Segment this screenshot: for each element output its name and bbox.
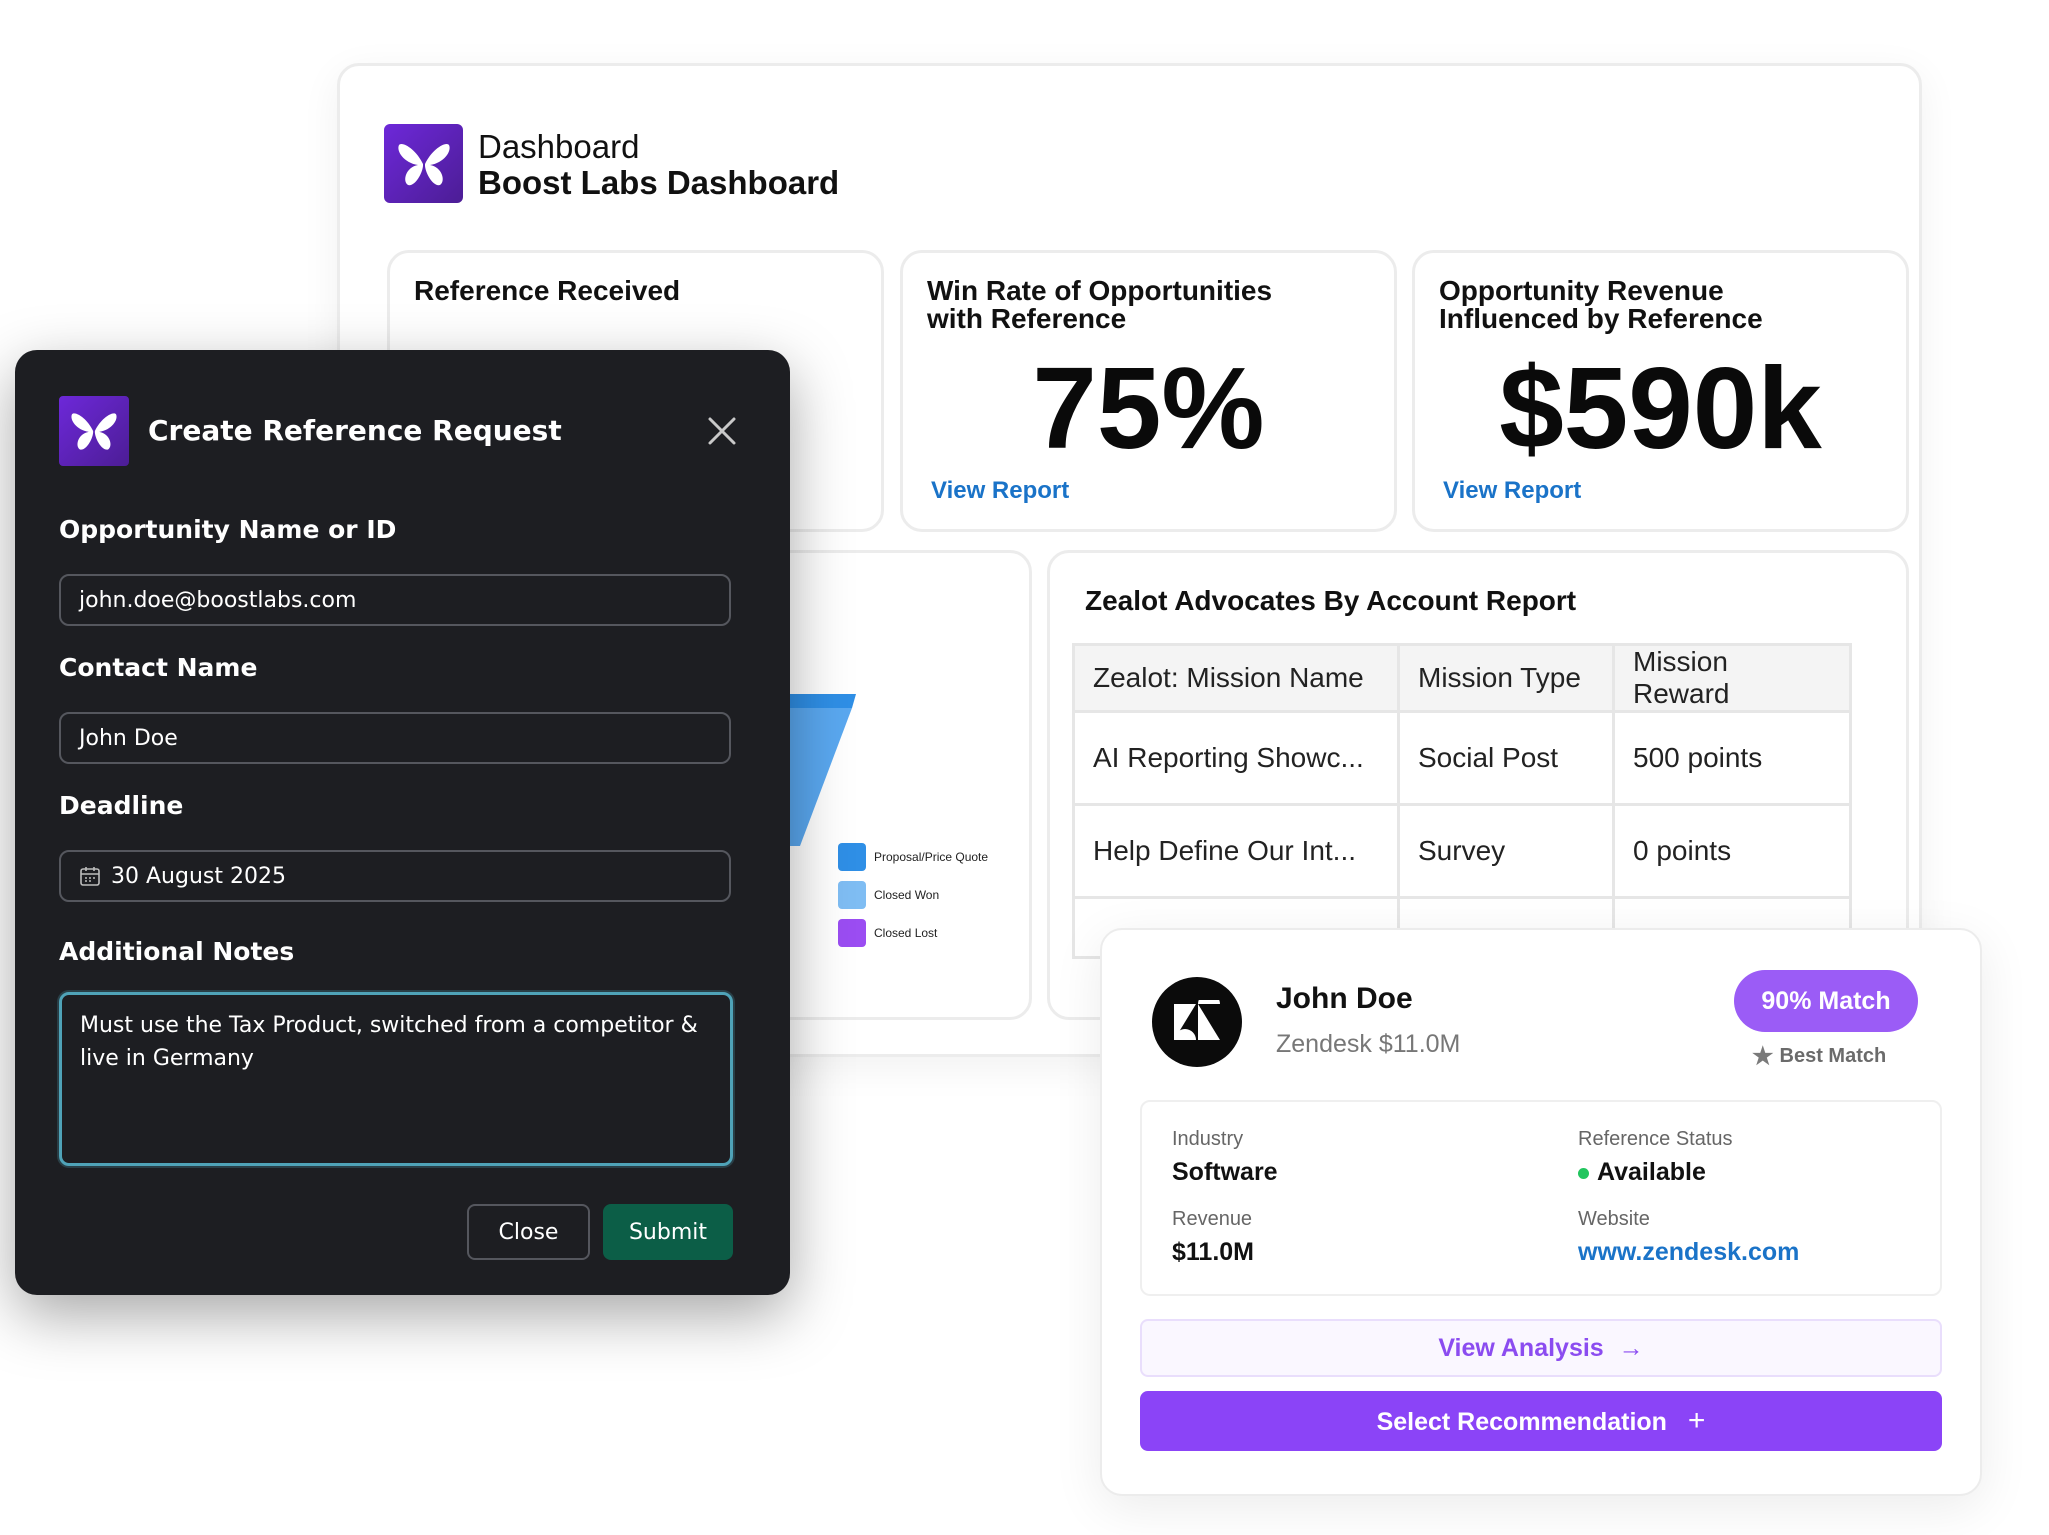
account-details: Industry Software Reference Status Avail… <box>1140 1100 1942 1296</box>
create-reference-modal: Create Reference Request Opportunity Nam… <box>15 350 790 1295</box>
legend-label: Closed Won <box>874 888 940 902</box>
legend-label: Closed Lost <box>874 926 938 940</box>
contact-name-label: Contact Name <box>59 653 258 682</box>
legend-item: Closed Lost <box>838 914 988 952</box>
deadline-input[interactable]: 30 August 2025 <box>59 850 731 902</box>
dashboard-title: Boost Labs Dashboard <box>478 164 840 201</box>
revenue-value: $590k <box>1499 343 1822 473</box>
funnel-shape <box>780 694 856 846</box>
table-row[interactable]: AI Reporting Showc... Social Post 500 po… <box>1072 710 1852 806</box>
close-icon[interactable] <box>705 414 739 448</box>
butterfly-logo-icon <box>384 124 463 203</box>
dashboard-subtitle: Dashboard <box>478 128 640 165</box>
legend-label: Proposal/Price Quote <box>874 850 989 864</box>
table-header-row: Zealot: Mission Name Mission Type Missio… <box>1072 643 1852 713</box>
status-label: Reference Status <box>1578 1128 1733 1150</box>
legend-item: Proposal/Price Quote <box>838 838 988 876</box>
star-icon: ★ <box>1752 1043 1774 1070</box>
column-header[interactable]: Mission Type <box>1397 643 1615 713</box>
card-title-line: Opportunity Revenue <box>1439 275 1724 306</box>
additional-notes-textarea[interactable]: Must use the Tax Product, switched from … <box>59 992 733 1166</box>
card-title: Reference Received <box>414 275 681 306</box>
plus-icon: + <box>1687 1404 1706 1437</box>
table-cell: Survey <box>1397 803 1615 899</box>
best-match-label: Best Match <box>1779 1045 1887 1067</box>
win-rate-value: 75% <box>1032 343 1265 473</box>
status-text: Available <box>1597 1158 1706 1186</box>
calendar-icon <box>80 867 100 886</box>
revenue-label: Revenue <box>1172 1208 1253 1230</box>
industry-value: Software <box>1172 1158 1278 1186</box>
legend-item: Closed Won <box>838 876 988 914</box>
match-badge: 90% Match <box>1734 970 1918 1032</box>
select-recommendation-label: Select Recommendation <box>1376 1408 1667 1436</box>
legend-swatch <box>838 881 866 909</box>
card-title-line: Win Rate of Opportunities <box>927 275 1273 306</box>
opportunity-label: Opportunity Name or ID <box>59 515 397 544</box>
contact-name: John Doe <box>1276 982 1413 1015</box>
advocates-table: Zealot: Mission Name Mission Type Missio… <box>1072 643 1852 959</box>
card-title: Win Rate of Opportunities with Reference <box>927 277 1272 333</box>
view-analysis-label: View Analysis <box>1438 1333 1604 1362</box>
recommendation-card: John Doe Zendesk $11.0M 90% Match ★ Best… <box>1100 928 1982 1496</box>
legend-swatch <box>838 919 866 947</box>
zendesk-logo-icon <box>1152 977 1242 1067</box>
view-report-link[interactable]: View Report <box>931 477 1069 505</box>
close-button[interactable]: Close <box>467 1204 590 1260</box>
table-cell: Help Define Our Int... <box>1072 803 1400 899</box>
notes-value: Must use the Tax Product, switched from … <box>80 1013 698 1071</box>
opportunity-value: john.doe@boostlabs.com <box>79 587 357 613</box>
view-analysis-button[interactable]: View Analysis → <box>1140 1319 1942 1377</box>
table-cell: Social Post <box>1397 710 1615 806</box>
modal-title: Create Reference Request <box>148 414 562 447</box>
select-recommendation-button[interactable]: Select Recommendation + <box>1140 1391 1942 1451</box>
arrow-right-icon: → <box>1618 1333 1644 1362</box>
card-title: Opportunity Revenue Influenced by Refere… <box>1439 277 1763 333</box>
industry-label: Industry <box>1172 1128 1244 1150</box>
website-label: Website <box>1578 1208 1650 1230</box>
contact-name-input[interactable]: John Doe <box>59 712 731 764</box>
table-cell: 500 points <box>1612 710 1852 806</box>
revenue-card: Opportunity Revenue Influenced by Refere… <box>1412 250 1909 532</box>
status-dot-icon <box>1578 1167 1589 1179</box>
table-row[interactable]: Help Define Our Int... Survey 0 points <box>1072 803 1852 899</box>
additional-notes-label: Additional Notes <box>59 937 295 966</box>
view-report-link[interactable]: View Report <box>1443 477 1581 505</box>
funnel-stage-top <box>780 694 856 708</box>
column-header[interactable]: Mission Reward <box>1612 643 1852 713</box>
deadline-value: 30 August 2025 <box>111 863 286 889</box>
deadline-label: Deadline <box>59 791 184 820</box>
opportunity-input[interactable]: john.doe@boostlabs.com <box>59 574 731 626</box>
best-match-tag: ★ Best Match <box>1752 1042 1886 1071</box>
butterfly-logo-icon <box>59 396 129 466</box>
status-value: Available <box>1578 1158 1706 1187</box>
table-cell: AI Reporting Showc... <box>1072 710 1400 806</box>
win-rate-card: Win Rate of Opportunities with Reference… <box>900 250 1397 532</box>
advocates-title: Zealot Advocates By Account Report <box>1085 585 1577 616</box>
submit-button[interactable]: Submit <box>603 1204 733 1260</box>
contact-name-value: John Doe <box>79 725 178 751</box>
revenue-value: $11.0M <box>1172 1238 1255 1266</box>
column-header[interactable]: Zealot: Mission Name <box>1072 643 1400 713</box>
card-title-line: with Reference <box>927 303 1127 334</box>
card-title-line: Influenced by Reference <box>1439 303 1763 334</box>
website-link[interactable]: www.zendesk.com <box>1578 1238 1799 1267</box>
legend-swatch <box>838 843 866 871</box>
funnel-legend: Proposal/Price Quote Closed Won Closed L… <box>838 838 988 952</box>
funnel-stage-body <box>780 708 852 846</box>
table-cell: 0 points <box>1612 803 1852 899</box>
company-info: Zendesk $11.0M <box>1276 1030 1461 1058</box>
